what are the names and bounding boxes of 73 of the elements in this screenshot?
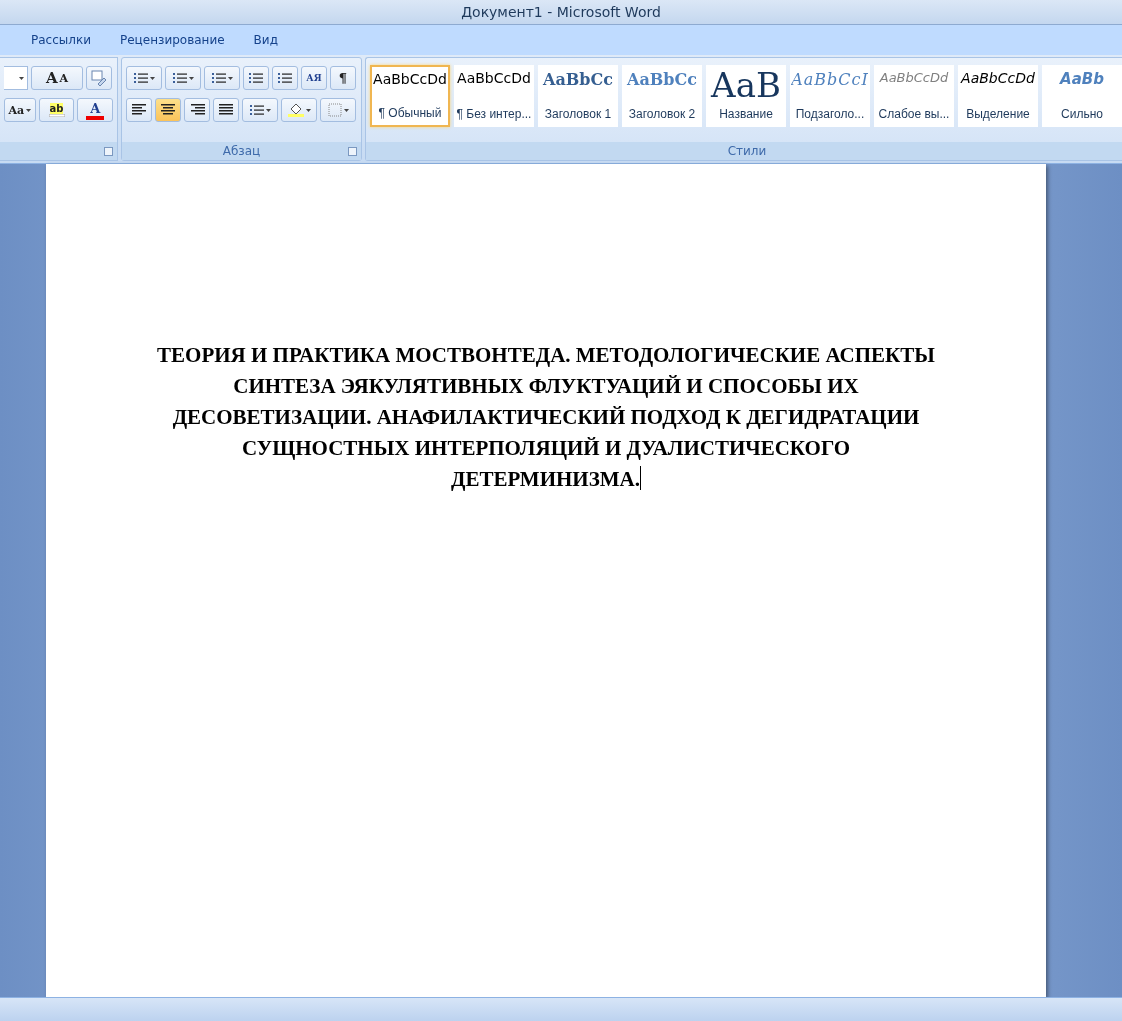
eraser-icon: [91, 70, 107, 86]
caret-icon: [343, 108, 349, 112]
sort-button[interactable]: АЯ: [301, 66, 327, 90]
border-grid-icon: [327, 103, 342, 117]
style-sample: AaBbCcDd: [373, 71, 447, 87]
clear-formatting-button[interactable]: [86, 66, 112, 90]
multilevel-list-button[interactable]: [204, 66, 240, 90]
show-formatting-button[interactable]: ¶: [330, 66, 356, 90]
text-cursor: [640, 466, 641, 490]
style-tile[interactable]: AaBbCc Заголовок 1: [538, 65, 618, 127]
bullet-list-icon: [133, 72, 148, 84]
shading-button[interactable]: [281, 98, 317, 122]
style-tile[interactable]: AaBbCcDd ¶ Без интер...: [454, 65, 534, 127]
style-label: Слабое вы...: [878, 107, 950, 121]
style-tile[interactable]: AaBbCcDd Выделение: [958, 65, 1038, 127]
caret-icon: [26, 108, 32, 112]
caret-icon: [19, 76, 24, 80]
dialog-launcher-icon[interactable]: [104, 147, 113, 156]
style-tile[interactable]: AaBb Сильно: [1042, 65, 1122, 127]
highlight-button[interactable]: ab: [38, 98, 75, 122]
style-label: Заголовок 2: [628, 107, 696, 121]
grow-font-glyph: A: [45, 69, 58, 87]
align-button[interactable]: [155, 98, 181, 122]
style-label: Выделение: [966, 107, 1030, 121]
ribbon-tab[interactable]: Рассылки: [31, 31, 91, 49]
window-title: Документ1 - Microsoft Word: [461, 4, 661, 20]
dialog-launcher-icon[interactable]: [348, 147, 357, 156]
align-button[interactable]: [184, 98, 210, 122]
style-sample: AaBbCcDd: [457, 70, 531, 86]
style-tile[interactable]: AaBbCcDd ¶ Обычный: [370, 65, 450, 127]
style-sample: AaBbCc: [627, 70, 697, 89]
font-color-button[interactable]: A: [77, 98, 113, 122]
change-case-button[interactable]: Aa: [4, 98, 36, 122]
style-label: ¶ Обычный: [378, 106, 442, 120]
align-justify-icon: [218, 104, 234, 116]
style-label: Заголовок 1: [544, 107, 612, 121]
style-sample: AaBbCcDd: [961, 70, 1035, 86]
document-text: ТЕОРИЯ И ПРАКТИКА МОСТВОНТЕДА. МЕТОДОЛОГИЧЕСКИЕ АСПЕКТЫ СИНТЕЗА ЭЯКУЛЯТИВНЫХ ФЛУКТУАЦИЙ И СПОСОБЫ ИХ ДЕСОВЕТИЗАЦИИ. АНАФИЛАКТИЧЕСКИЙ ПОДХОД К ДЕГИДРАТАЦИИ СУЩНОСТНЫХ ИНТЕРПОЛЯЦИЙ И ДУАЛИСТИЧЕСКОГО ДЕТЕРМИНИЗМА.: [156, 342, 936, 493]
align-center-icon: [160, 104, 176, 116]
style-sample: AaBbCc: [543, 70, 613, 89]
line-spacing-button[interactable]: [242, 98, 278, 122]
shrink-font-glyph: A: [59, 71, 69, 85]
ribbon-tab[interactable]: Вид: [253, 31, 278, 49]
style-tile[interactable]: AaBbCc Заголовок 2: [622, 65, 702, 127]
caret-icon: [188, 76, 194, 80]
paint-bucket-icon: [287, 103, 304, 117]
style-sample: AaBb: [1060, 70, 1104, 88]
style-sample: AaB: [711, 70, 781, 100]
style-label: Подзаголо...: [795, 107, 865, 121]
caret-icon: [265, 108, 271, 112]
decrease-indent-button[interactable]: [243, 66, 269, 90]
style-tile[interactable]: AaBbCcDd Слабое вы...: [874, 65, 954, 127]
align-right-icon: [189, 104, 205, 116]
increase-indent-button[interactable]: [272, 66, 298, 90]
bullets-button[interactable]: [126, 66, 162, 90]
caret-icon: [227, 76, 233, 80]
align-button[interactable]: [126, 98, 152, 122]
ribbon-tab[interactable]: Рецензирование: [120, 31, 225, 49]
color-swatch-icon: [86, 115, 105, 120]
group-label: Абзац: [222, 144, 261, 158]
style-label: Название: [719, 107, 773, 121]
style-tile[interactable]: AaB Название: [706, 65, 786, 127]
font-size-buttons[interactable]: AA: [31, 66, 83, 90]
align-button[interactable]: [213, 98, 239, 122]
font-size-field[interactable]: [4, 66, 28, 90]
align-left-icon: [131, 104, 147, 116]
style-label: ¶ Без интер...: [456, 107, 532, 121]
caret-icon: [305, 108, 311, 112]
caret-icon: [149, 76, 155, 80]
style-sample: AaBbCcDd: [879, 70, 949, 85]
style-label: Сильно: [1061, 107, 1103, 121]
group-label: Стили: [727, 144, 767, 158]
numbering-button[interactable]: [165, 66, 201, 90]
